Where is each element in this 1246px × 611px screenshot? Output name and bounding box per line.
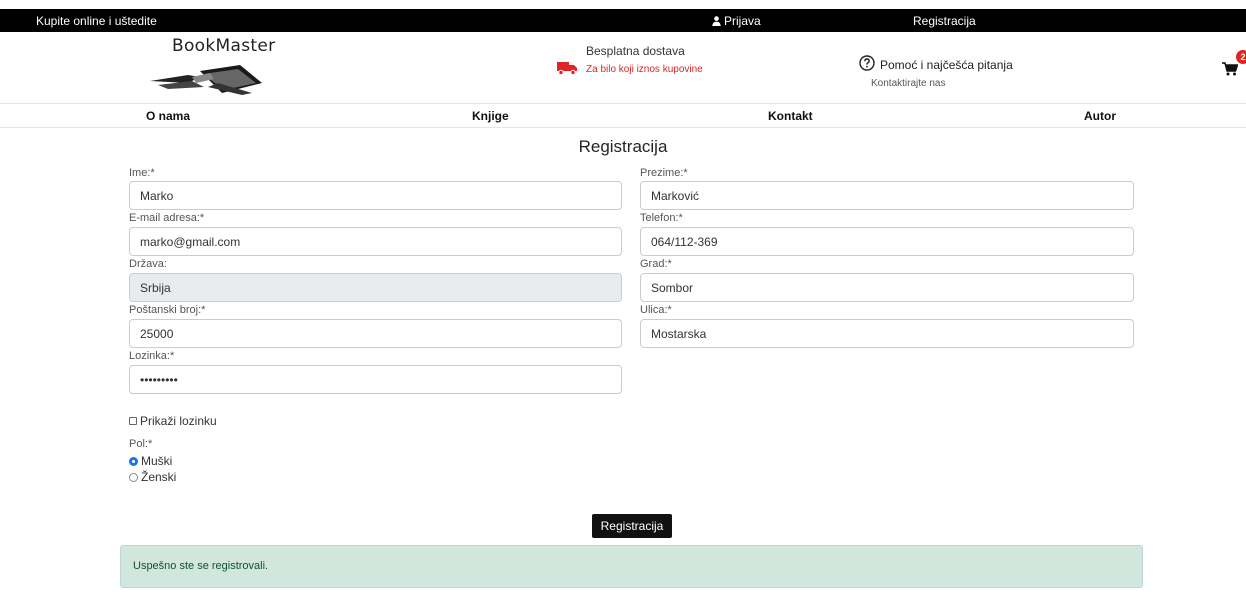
logo[interactable]: BookMaster <box>172 36 275 56</box>
city-label: Grad:* <box>640 258 672 270</box>
user-icon <box>712 16 721 26</box>
success-message: Uspešno ste se registrovali. <box>133 560 269 572</box>
main-nav: O nama Knjige Kontakt Autor <box>0 103 1246 128</box>
delivery-subtitle: Za bilo koji iznos kupovine <box>586 64 703 75</box>
last-name-label: Prezime:* <box>640 167 688 179</box>
page-title: Registracija <box>578 137 668 156</box>
phone-label: Telefon:* <box>640 212 683 224</box>
gender-female-label: Ženski <box>141 470 177 484</box>
login-label: Prijava <box>724 14 761 28</box>
email-field[interactable] <box>129 227 622 256</box>
nav-author[interactable]: Autor <box>1084 109 1116 123</box>
first-name-label: Ime:* <box>129 167 155 179</box>
postal-code-field[interactable] <box>129 319 622 348</box>
checkbox-box[interactable] <box>129 417 137 425</box>
postal-code-label: Poštanski broj:* <box>129 304 206 316</box>
password-field[interactable] <box>129 365 622 394</box>
login-link[interactable]: Prijava <box>712 14 761 28</box>
show-password-checkbox[interactable]: Prikaži lozinku <box>129 414 217 428</box>
email-label: E-mail adresa:* <box>129 212 205 224</box>
radio-selected[interactable] <box>129 456 138 466</box>
nav-books[interactable]: Knjige <box>472 109 509 123</box>
gender-label: Pol:* <box>129 438 153 450</box>
country-field <box>129 273 622 302</box>
truck-icon <box>557 62 577 75</box>
contact-us-link[interactable]: Kontaktirajte nas <box>871 78 946 89</box>
last-name-field[interactable] <box>640 181 1134 210</box>
city-field[interactable] <box>640 273 1134 302</box>
shopping-cart-icon[interactable] <box>1222 62 1238 76</box>
nav-contact[interactable]: Kontakt <box>768 109 813 123</box>
register-submit-button[interactable]: Registracija <box>592 514 672 538</box>
register-link[interactable]: Registracija <box>913 14 976 28</box>
gender-male-label: Muški <box>141 454 173 468</box>
success-alert: Uspešno ste se registrovali. <box>120 545 1143 588</box>
delivery-title: Besplatna dostava <box>586 44 685 58</box>
country-label: Država: <box>129 258 167 270</box>
phone-field[interactable] <box>640 227 1134 256</box>
promo-text: Kupite online i uštedite <box>36 14 157 28</box>
gender-female-radio[interactable]: Ženski <box>129 470 176 484</box>
book-hands-logo-icon <box>150 65 262 95</box>
radio-unselected[interactable] <box>129 472 138 482</box>
help-title[interactable]: Pomoć i najčešća pitanja <box>880 58 1013 72</box>
gender-male-radio[interactable]: Muški <box>129 454 172 468</box>
cart-count-badge: 2 <box>1236 50 1246 64</box>
show-password-label: Prikaži lozinku <box>140 414 217 428</box>
question-circle-icon <box>859 55 875 71</box>
first-name-field[interactable] <box>129 181 622 210</box>
nav-about[interactable]: O nama <box>146 109 190 123</box>
street-field[interactable] <box>640 319 1134 348</box>
street-label: Ulica:* <box>640 304 672 316</box>
password-label: Lozinka:* <box>129 350 175 362</box>
top-bar: Kupite online i uštedite Prijava Registr… <box>0 9 1246 32</box>
